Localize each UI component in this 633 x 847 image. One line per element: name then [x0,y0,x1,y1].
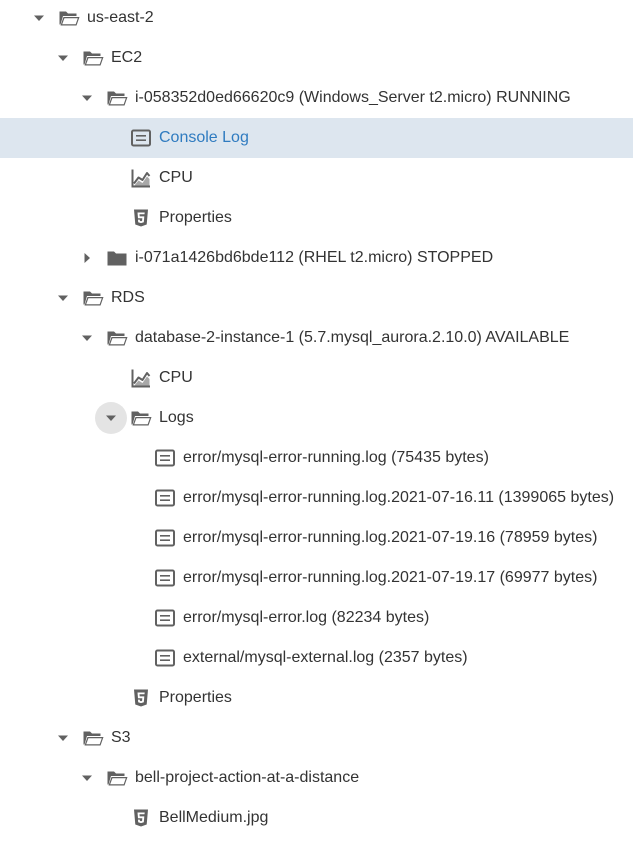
tree-node-label: error/mysql-error.log (82234 bytes) [183,609,430,626]
html5-file-icon [130,807,152,829]
log-file-icon [154,527,176,549]
caret-down-icon[interactable] [23,2,55,34]
tree-node-label: S3 [111,729,131,746]
folder-open-icon [106,327,128,349]
log-file-icon [154,487,176,509]
tree-node-s3[interactable]: S3 [0,718,633,758]
caret-down-icon[interactable] [47,722,79,754]
caret-down-icon[interactable] [71,322,103,354]
log-file-icon [154,447,176,469]
tree-node-label: bell-project-action-at-a-distance [135,769,360,786]
tree-node-label: CPU [159,369,193,386]
log-file-icon [154,567,176,589]
tree-node-log-file[interactable]: error/mysql-error.log (82234 bytes) [0,598,633,638]
tree-node-label: error/mysql-error-running.log.2021-07-16… [183,489,615,506]
tree-node-label: external/mysql-external.log (2357 bytes) [183,649,468,666]
folder-open-icon [106,767,128,789]
tree-node-rds-logs[interactable]: Logs [0,398,633,438]
tree-node-log-file[interactable]: error/mysql-error-running.log (75435 byt… [0,438,633,478]
folder-icon [106,247,128,269]
tree-node-log-file[interactable]: error/mysql-error-running.log.2021-07-16… [0,478,633,518]
tree-node-log-file[interactable]: error/mysql-error-running.log.2021-07-19… [0,518,633,558]
log-file-icon [154,647,176,669]
tree-node-label: error/mysql-error-running.log (75435 byt… [183,449,489,466]
tree-node-s3-bucket[interactable]: bell-project-action-at-a-distance [0,758,633,798]
line-chart-icon [130,367,152,389]
tree-node-ec2-cpu[interactable]: CPU [0,158,633,198]
tree-node-log-file[interactable]: external/mysql-external.log (2357 bytes) [0,638,633,678]
tree-node-label: i-058352d0ed66620c9 (Windows_Server t2.m… [135,89,571,106]
tree-node-ec2-properties[interactable]: Properties [0,198,633,238]
tree-node-label: RDS [111,289,145,306]
resource-tree: us-east-2 EC2 i-058352d0ed66620c9 (Windo… [0,0,633,847]
folder-open-icon [82,47,104,69]
line-chart-icon [130,167,152,189]
caret-down-icon[interactable] [71,762,103,794]
folder-open-icon [82,727,104,749]
tree-node-rds-cpu[interactable]: CPU [0,358,633,398]
caret-down-icon[interactable] [47,42,79,74]
caret-down-icon[interactable] [95,402,127,434]
tree-node-label: i-071a1426bd6bde112 (RHEL t2.micro) STOP… [135,249,494,266]
tree-node-label: BellMedium.jpg [159,809,269,826]
html5-file-icon [130,207,152,229]
folder-open-icon [82,287,104,309]
tree-node-label: Console Log [159,129,249,146]
tree-node-ec2-instance-running[interactable]: i-058352d0ed66620c9 (Windows_Server t2.m… [0,78,633,118]
tree-node-label: Properties [159,689,232,706]
tree-node-console-log[interactable]: Console Log [0,118,633,158]
log-file-icon [154,607,176,629]
tree-node-label: us-east-2 [87,9,154,26]
tree-node-label: CPU [159,169,193,186]
caret-right-icon[interactable] [71,242,103,274]
tree-node-ec2[interactable]: EC2 [0,38,633,78]
tree-node-label: Properties [159,209,232,226]
tree-node-rds[interactable]: RDS [0,278,633,318]
caret-down-icon[interactable] [71,82,103,114]
tree-node-rds-properties[interactable]: Properties [0,678,633,718]
folder-open-icon [130,407,152,429]
folder-open-icon [106,87,128,109]
tree-node-ec2-instance-stopped[interactable]: i-071a1426bd6bde112 (RHEL t2.micro) STOP… [0,238,633,278]
tree-node-log-file[interactable]: error/mysql-error-running.log.2021-07-19… [0,558,633,598]
tree-node-rds-instance[interactable]: database-2-instance-1 (5.7.mysql_aurora.… [0,318,633,358]
html5-file-icon [130,687,152,709]
tree-node-label: error/mysql-error-running.log.2021-07-19… [183,529,598,546]
tree-node-label: error/mysql-error-running.log.2021-07-19… [183,569,598,586]
caret-down-icon[interactable] [47,282,79,314]
tree-node-label: EC2 [111,49,143,66]
tree-node-s3-object[interactable]: BellMedium.jpg [0,798,633,838]
tree-node-label: database-2-instance-1 (5.7.mysql_aurora.… [135,329,570,346]
log-file-icon [130,127,152,149]
folder-open-icon [58,7,80,29]
tree-node-label: Logs [159,409,194,426]
tree-node-region-us-east-2[interactable]: us-east-2 [0,0,633,38]
